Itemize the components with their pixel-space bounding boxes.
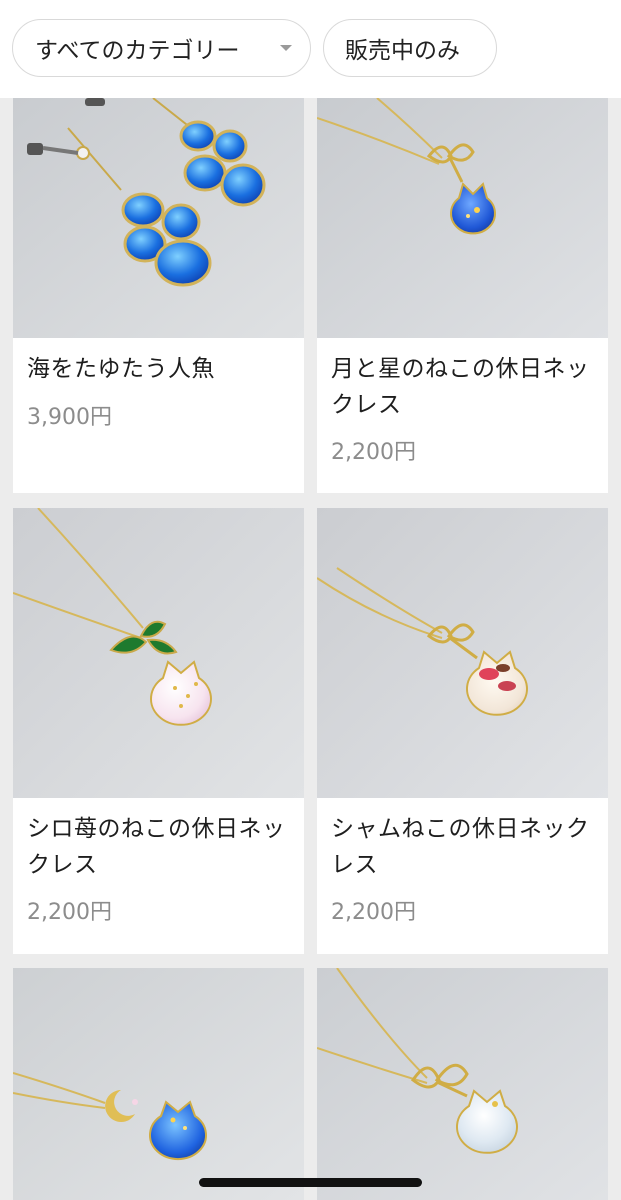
product-price: 2,200円: [331, 900, 416, 925]
product-title: シロ苺のねこの休日ネックレス: [27, 816, 286, 878]
product-card[interactable]: 月と星のねこの休日ネックレス 2,200円: [317, 98, 608, 493]
product-card[interactable]: [317, 968, 608, 1200]
product-card[interactable]: [13, 968, 304, 1200]
category-filter-label: すべてのカテゴリー: [35, 38, 240, 64]
on-sale-only-button[interactable]: 販売中のみ: [323, 19, 497, 77]
on-sale-only-label: 販売中のみ: [345, 38, 460, 64]
product-image-siamese-cat-necklace[interactable]: [317, 508, 608, 798]
product-title: シャムねこの休日ネックレス: [331, 816, 590, 878]
product-image-mermaid-earrings[interactable]: [13, 98, 304, 338]
product-image-moon-blue-cat-necklace[interactable]: [13, 968, 304, 1200]
filter-bar: すべてのカテゴリー 販売中のみ: [0, 0, 621, 98]
product-price: 2,200円: [331, 440, 416, 465]
category-filter-button[interactable]: すべてのカテゴリー: [12, 19, 311, 77]
product-price: 3,900円: [27, 405, 112, 430]
product-title: 月と星のねこの休日ネックレス: [331, 356, 590, 418]
product-image-strawberry-cat-necklace[interactable]: [13, 508, 304, 798]
product-title: 海をたゆたう人魚: [27, 356, 215, 382]
product-card[interactable]: 海をたゆたう人魚 3,900円: [13, 98, 304, 493]
product-price: 2,200円: [27, 900, 112, 925]
product-image-moon-star-cat-necklace[interactable]: [317, 98, 608, 338]
chevron-down-icon: [280, 45, 292, 51]
product-card[interactable]: シロ苺のねこの休日ネックレス 2,200円: [13, 508, 304, 954]
product-card[interactable]: シャムねこの休日ネックレス 2,200円: [317, 508, 608, 954]
home-indicator[interactable]: [199, 1178, 422, 1187]
product-image-bow-cat-necklace[interactable]: [317, 968, 608, 1200]
